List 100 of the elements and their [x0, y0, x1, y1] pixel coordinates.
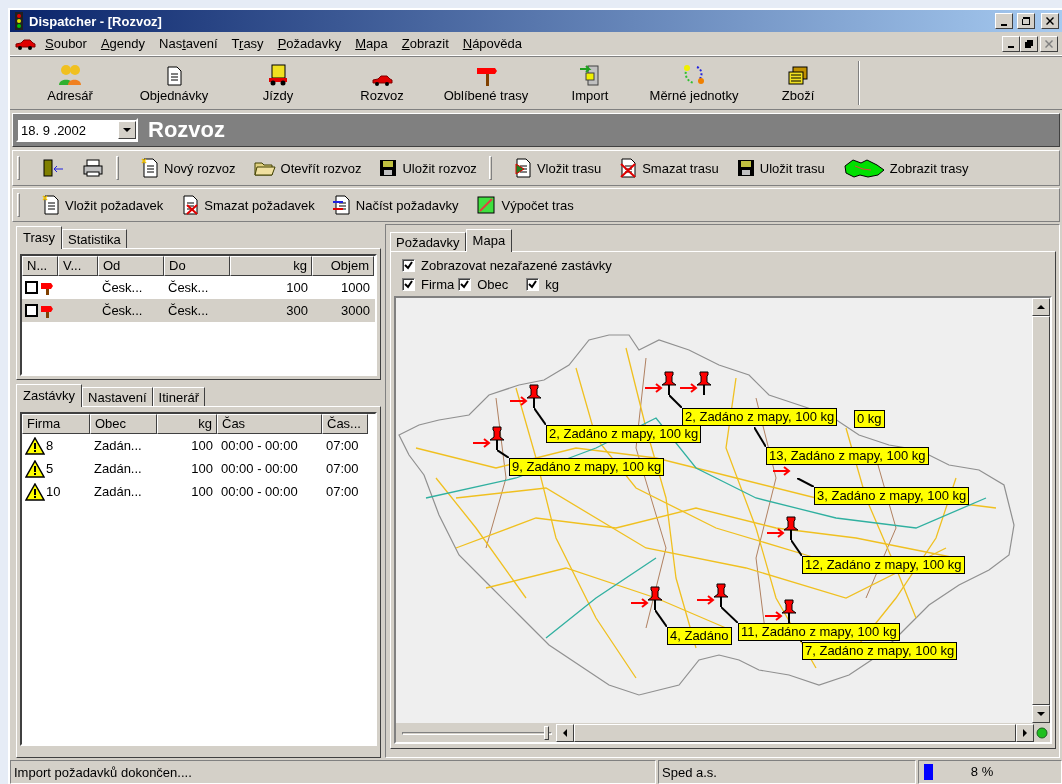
minimize-icon: [1001, 23, 1007, 26]
arrow-icon: [680, 383, 698, 393]
minimize-icon: [1008, 46, 1014, 48]
table-cell-text: 300: [285, 303, 309, 318]
checkbox[interactable]: [25, 304, 38, 317]
menu-item[interactable]: Mapa: [348, 34, 395, 53]
toolbar-button[interactable]: Nový rozvoz: [135, 156, 242, 180]
column-header[interactable]: Objem: [312, 256, 374, 276]
caret-icon: [123, 126, 131, 134]
tab[interactable]: Mapa: [465, 229, 513, 252]
scroll-right-button[interactable]: [1016, 723, 1034, 742]
restore-icon: [1025, 39, 1033, 48]
map-stop-label: 11, Zadáno z mapy, 100 kg: [738, 623, 900, 641]
scroll-left-button[interactable]: [556, 723, 574, 742]
menu-item[interactable]: Trasy: [224, 34, 271, 53]
scroll-up-button[interactable]: [1032, 298, 1050, 316]
table-cell-text: 3000: [340, 303, 371, 318]
toolbar-button[interactable]: Měrné jednotky: [642, 58, 746, 107]
minimize-button[interactable]: [995, 13, 1013, 29]
menu-item[interactable]: Požadavky: [270, 34, 349, 53]
checkbox[interactable]: [458, 278, 472, 291]
tab[interactable]: Trasy: [16, 226, 63, 249]
close-button[interactable]: [1041, 13, 1059, 29]
toolbar-button[interactable]: Zobrazit trasy: [836, 156, 975, 180]
table-cell-text: 100: [190, 438, 214, 453]
column-header[interactable]: Čas...: [322, 414, 368, 434]
restore-button[interactable]: [1020, 35, 1038, 52]
minimize-button[interactable]: [1002, 35, 1020, 52]
menu-item[interactable]: Zobrazit: [394, 34, 456, 53]
toolbar-button[interactable]: Uložit trasu: [730, 157, 831, 179]
checkbox[interactable]: [526, 278, 540, 291]
tab[interactable]: Statistika: [62, 229, 127, 248]
table-cell-text: Česk...: [167, 303, 210, 318]
push-pin-icon: [647, 586, 663, 610]
tab[interactable]: Nastavení: [82, 387, 153, 406]
column-header[interactable]: Čas: [217, 414, 322, 434]
menu-item[interactable]: Soubor: [38, 34, 94, 53]
leader-line: [669, 395, 682, 408]
table-row[interactable]: 10 Zadán... 100 00:00 - 00:00 07:00: [22, 480, 375, 503]
table-cell-text: 100: [190, 484, 214, 499]
checkbox[interactable]: [402, 259, 415, 272]
toolbar-button[interactable]: Uložit rozvoz: [373, 157, 483, 179]
menu-item[interactable]: Nápověda: [455, 34, 530, 53]
toolbar-button[interactable]: Vložit požadavek: [36, 193, 170, 217]
toolbar-button[interactable]: Výpočet tras: [470, 193, 580, 217]
toolbar-button[interactable]: Otevřít rozvoz: [247, 157, 368, 179]
date-field[interactable]: 18. 9 .2002: [16, 118, 138, 142]
table-row[interactable]: 8 Zadán... 100 00:00 - 00:00 07:00: [22, 434, 375, 457]
scroll-down-button[interactable]: [1032, 705, 1050, 723]
check-icon: [460, 280, 470, 289]
arrow-icon: [645, 383, 663, 393]
checkbox-label: kg: [545, 277, 560, 292]
toolbar-button[interactable]: Vložit trasu: [507, 156, 608, 180]
toolbar-button[interactable]: Adresář: [18, 58, 122, 107]
map-stop-label: 2, Zadáno z mapy, 100 kg: [546, 425, 702, 443]
menu-item[interactable]: Agendy: [93, 34, 152, 53]
status-company: Sped a.s.: [658, 760, 916, 784]
column-header[interactable]: N...: [22, 256, 58, 276]
column-header[interactable]: Firma: [22, 414, 90, 434]
table-row[interactable]: Česk... Česk... 100 1000: [22, 276, 375, 299]
check-icon: [404, 261, 413, 270]
table-cell-text: 00:00 - 00:00: [220, 461, 299, 476]
close-button[interactable]: [1040, 35, 1058, 52]
tab[interactable]: Itinerář: [152, 387, 206, 406]
column-header[interactable]: V...: [58, 256, 98, 276]
toolbar-button[interactable]: Rozvoz: [330, 58, 434, 107]
truck-icon: [267, 63, 289, 86]
check-icon: [528, 280, 538, 289]
checkbox[interactable]: [402, 278, 415, 291]
column-header[interactable]: Do: [164, 256, 230, 276]
table-row[interactable]: 5 Zadán... 100 00:00 - 00:00 07:00: [22, 457, 375, 480]
arrow-icon: [510, 396, 528, 406]
leader-line: [754, 427, 766, 447]
toolbar-button[interactable]: Zboží: [746, 58, 850, 107]
toolbar-button[interactable]: Jízdy: [226, 58, 330, 107]
toolbar-button[interactable]: Smazat požadavek: [175, 193, 321, 217]
maximize-icon: [1022, 17, 1030, 25]
header-title: Rozvoz: [148, 117, 225, 143]
column-header[interactable]: kg: [230, 256, 312, 276]
push-pin-icon: [781, 599, 797, 623]
toolbar-button[interactable]: Smazat trasu: [613, 156, 725, 180]
zoom-slider[interactable]: [402, 723, 552, 742]
column-header[interactable]: kg: [157, 414, 217, 434]
left-arrow-icon: [561, 728, 569, 737]
tab[interactable]: Požadavky: [390, 232, 466, 251]
table-row[interactable]: Česk... Česk... 300 3000: [22, 299, 375, 322]
window-title: Dispatcher - [Rozvoz]: [29, 13, 163, 29]
toolbar-button[interactable]: Oblíbené trasy: [434, 58, 538, 107]
table-cell: 10: [46, 484, 61, 499]
column-header[interactable]: Od: [98, 256, 164, 276]
map-stop-label: 13, Zadáno z mapy, 100 kg: [766, 447, 929, 465]
toolbar-button[interactable]: Import: [538, 58, 642, 107]
toolbar-button[interactable]: Načíst požadavky: [326, 193, 465, 217]
toolbar-button[interactable]: Objednávky: [122, 58, 226, 107]
maximize-button[interactable]: [1017, 13, 1035, 29]
tab[interactable]: Zastávky: [16, 384, 82, 407]
column-header[interactable]: Obec: [90, 414, 157, 434]
dropdown-button[interactable]: [118, 121, 136, 139]
checkbox[interactable]: [25, 281, 38, 294]
menu-item[interactable]: Nastavení: [152, 34, 225, 53]
